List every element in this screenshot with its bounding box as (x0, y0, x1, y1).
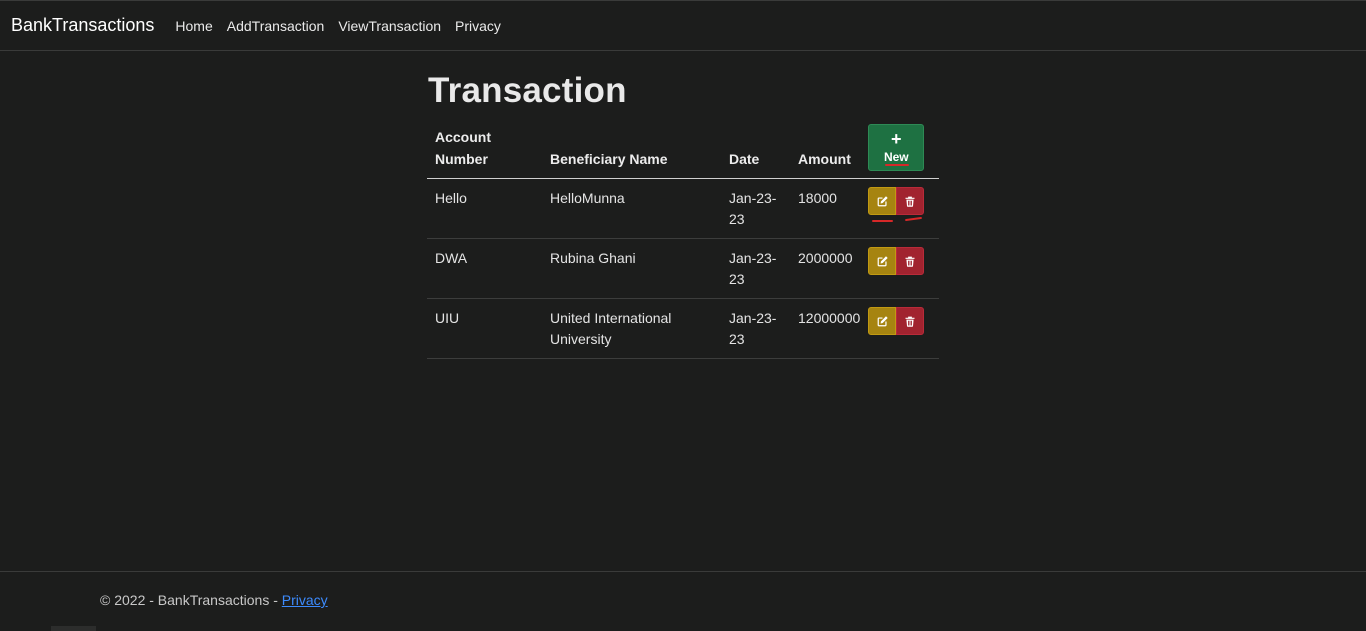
page-title: Transaction (428, 71, 627, 110)
footer-tab (51, 626, 96, 631)
cell-account-number: Hello (427, 178, 542, 239)
edit-icon (877, 255, 888, 266)
main-content: Transaction Account Number Beneficiary N… (427, 68, 939, 359)
cell-date: Jan-23-23 (721, 298, 790, 359)
transactions-table: Account Number Beneficiary Name Date Amo… (427, 124, 939, 359)
row-action-buttons (868, 307, 931, 335)
annotation-mark (872, 220, 894, 222)
cell-actions (868, 298, 939, 359)
footer-copyright: © 2022 - BankTransactions - Privacy (100, 592, 328, 608)
brand-link[interactable]: BankTransactions (11, 15, 154, 36)
header-actions: + New (868, 124, 939, 179)
table-row: Hello HelloMunna Jan-23-23 18000 (427, 178, 939, 239)
cell-beneficiary-name: Rubina Ghani (542, 238, 721, 299)
new-button-label: New (883, 149, 909, 164)
footer-copyright-text: © 2022 - BankTransactions - (100, 592, 282, 608)
nav-link-add-transaction[interactable]: AddTransaction (227, 18, 325, 34)
table-row: UIU United International University Jan-… (427, 298, 939, 359)
annotation-mark (905, 216, 923, 222)
nav-links: Home AddTransaction ViewTransaction Priv… (168, 18, 508, 34)
row-action-buttons (868, 187, 931, 215)
cell-beneficiary-name: HelloMunna (542, 178, 721, 239)
delete-button[interactable] (896, 247, 925, 275)
delete-button[interactable] (896, 187, 925, 215)
nav-link-view-transaction[interactable]: ViewTransaction (338, 18, 441, 34)
table-row: DWA Rubina Ghani Jan-23-23 2000000 (427, 238, 939, 299)
cell-amount: 18000 (790, 178, 869, 239)
trash-icon (905, 256, 915, 267)
page-footer: © 2022 - BankTransactions - Privacy (0, 571, 1366, 631)
row-action-buttons (868, 247, 931, 275)
edit-button[interactable] (868, 187, 897, 215)
delete-button[interactable] (896, 307, 925, 335)
cell-amount: 12000000 (790, 298, 869, 359)
header-amount: Amount (790, 124, 869, 179)
header-date: Date (721, 124, 790, 179)
edit-icon (877, 195, 888, 206)
new-transaction-button[interactable]: + New (868, 124, 925, 171)
header-beneficiary-name: Beneficiary Name (542, 124, 721, 179)
cell-beneficiary-name: United International University (542, 298, 721, 359)
footer-privacy-link[interactable]: Privacy (282, 592, 328, 608)
nav-link-home[interactable]: Home (175, 18, 212, 34)
cell-account-number: UIU (427, 298, 542, 359)
trash-icon (905, 316, 915, 327)
cell-actions (868, 178, 939, 239)
cell-date: Jan-23-23 (721, 238, 790, 299)
top-navbar: BankTransactions Home AddTransaction Vie… (0, 0, 1366, 51)
table-header-row: Account Number Beneficiary Name Date Amo… (427, 124, 939, 179)
cell-amount: 2000000 (790, 238, 869, 299)
edit-button[interactable] (868, 307, 897, 335)
trash-icon (905, 196, 915, 207)
cell-actions (868, 238, 939, 299)
header-account-number: Account Number (427, 124, 542, 179)
cell-date: Jan-23-23 (721, 178, 790, 239)
annotation-marks (868, 215, 924, 223)
plus-icon: + (891, 128, 902, 149)
cell-account-number: DWA (427, 238, 542, 299)
edit-icon (877, 315, 888, 326)
edit-button[interactable] (868, 247, 897, 275)
nav-link-privacy[interactable]: Privacy (455, 18, 501, 34)
annotation-mark (885, 164, 910, 166)
